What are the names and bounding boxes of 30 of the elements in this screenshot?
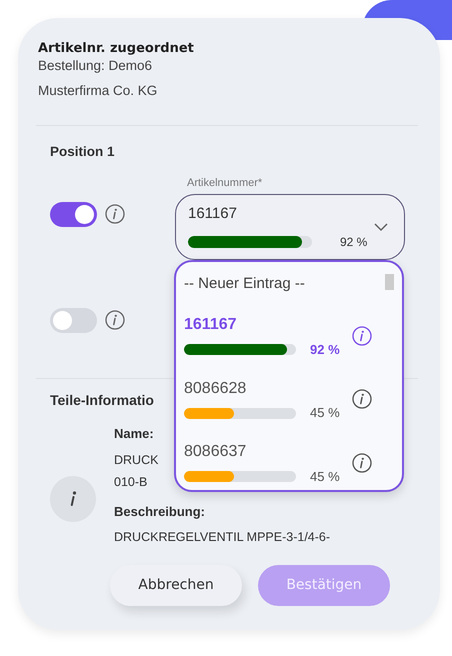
cancel-button[interactable]: Abbrechen [110, 565, 242, 606]
match-percent: 92 % [310, 342, 340, 356]
field-label: Beschreibung: [114, 504, 206, 520]
info-icon[interactable] [352, 326, 372, 346]
info-icon[interactable] [352, 452, 372, 473]
match-percent: 45 % [310, 406, 340, 420]
section-title: Position 1 [50, 144, 115, 160]
company-name: Musterfirma Co. KG [38, 82, 158, 99]
toggle-switch[interactable] [50, 202, 97, 226]
match-percent: 45 % [310, 470, 340, 484]
order-text: Bestellung: Demo6 [38, 57, 154, 74]
dropdown-option[interactable]: 161167 [184, 315, 237, 334]
field-label: Name: [114, 426, 154, 442]
scrollbar [385, 274, 394, 290]
field-value: DRUCKREGELVENTIL MPPE-3-1/4-6- [114, 529, 330, 545]
dropdown-option[interactable]: -- Neuer Eintrag -- [184, 274, 305, 292]
dropdown-option[interactable]: 8086628 [184, 378, 246, 398]
field-label: Artikelnummer* [187, 176, 262, 190]
article-number-select[interactable]: 161167 92 % [175, 194, 405, 260]
section-title: Teile-Informatio [50, 392, 154, 408]
dropdown-option[interactable]: 8086637 [184, 442, 246, 461]
info-icon [50, 476, 96, 522]
dialog-title: Artikelnr. zugeordnet [38, 40, 195, 57]
chevron-down-icon [374, 222, 388, 232]
info-icon[interactable] [105, 310, 125, 330]
toggle-switch[interactable] [50, 308, 97, 332]
field-value: DRUCK [114, 452, 158, 468]
info-icon[interactable] [352, 389, 372, 410]
info-icon[interactable] [105, 204, 125, 224]
field-value: 010-B [114, 474, 148, 490]
